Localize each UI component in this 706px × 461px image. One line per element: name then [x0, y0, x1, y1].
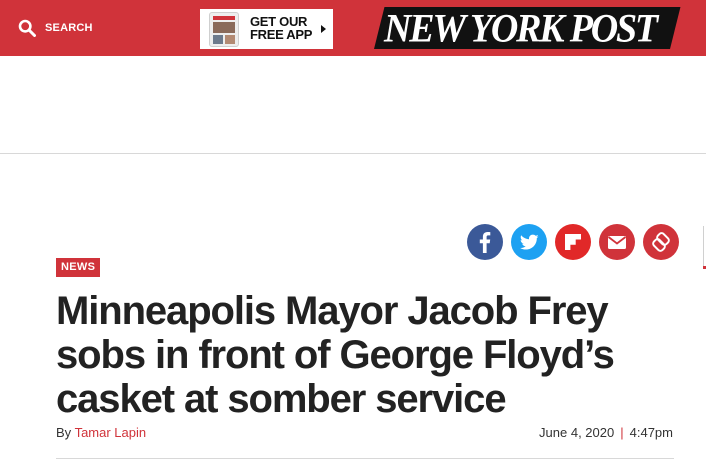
article-headline: Minneapolis Mayor Jacob Frey sobs in fro… [56, 289, 615, 421]
byline-prefix: By [56, 425, 72, 440]
publish-time: 4:47pm [629, 425, 673, 440]
search-icon [18, 19, 36, 37]
site-logo[interactable]: NEW YORK POST [374, 6, 681, 52]
publish-date: June 4, 2020 [539, 425, 615, 440]
byline: By Tamar Lapin [56, 425, 146, 440]
share-flipboard-button[interactable] [555, 224, 591, 260]
date-separator: | [620, 425, 624, 440]
get-app-promo-button[interactable]: GET OUR FREE APP [200, 9, 333, 49]
twitter-icon [520, 234, 539, 250]
share-twitter-button[interactable] [511, 224, 547, 260]
arrow-right-icon [321, 25, 326, 33]
share-facebook-button[interactable] [467, 224, 503, 260]
site-header: SEARCH GET OUR FREE APP NEW YORK POST [0, 0, 706, 56]
email-icon [607, 236, 627, 249]
logo-wordmark: NEW YORK POST [384, 6, 658, 52]
publish-datetime: June 4, 2020 | 4:47pm [539, 425, 673, 440]
facebook-icon [479, 232, 491, 253]
share-email-button[interactable] [599, 224, 635, 260]
share-copy-link-button[interactable] [643, 224, 679, 260]
byline-divider [56, 458, 674, 459]
search-label: SEARCH [45, 22, 93, 34]
phone-app-icon [209, 12, 239, 47]
scroll-edge-line [703, 226, 704, 266]
search-button[interactable]: SEARCH [18, 17, 93, 39]
ad-divider [0, 153, 706, 154]
category-tag[interactable]: NEWS [56, 258, 101, 277]
link-icon [652, 232, 670, 252]
author-link[interactable]: Tamar Lapin [75, 425, 147, 440]
app-promo-text: GET OUR FREE APP [250, 14, 313, 42]
flipboard-icon [565, 234, 581, 250]
